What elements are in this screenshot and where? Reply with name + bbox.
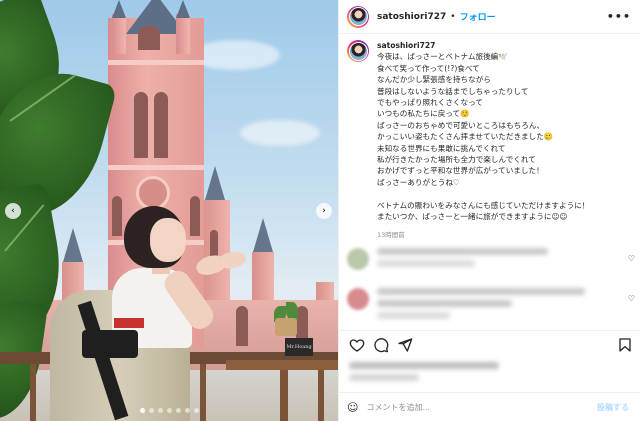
carousel-dot bbox=[193, 408, 199, 413]
bookmark-icon[interactable] bbox=[617, 337, 633, 353]
person-armband bbox=[114, 318, 144, 328]
caption-text-part-2: ベトナムの賑わいをみなさんにも感じていただけますように！ またいつか、ばっさーと一… bbox=[377, 200, 589, 223]
caption-line: 食べて笑って作って(!?)食べて bbox=[377, 63, 480, 73]
emoji-icon[interactable]: ☺ bbox=[347, 401, 358, 414]
avatar bbox=[347, 288, 369, 310]
follow-button[interactable]: フォロー bbox=[460, 10, 496, 23]
carousel-indicator bbox=[0, 408, 338, 413]
pinnacle bbox=[112, 14, 126, 54]
caption: satoshiori727 今夜は、ばっさーとベトナム旅後編🕊️ 食べて笑って作っ… bbox=[347, 40, 635, 242]
caption-line: 普段はしないような話までしちゃったりして bbox=[377, 86, 529, 96]
comment-item: ♡ bbox=[347, 288, 635, 324]
more-horizontal-icon[interactable]: ••• bbox=[607, 10, 631, 23]
caption-line: 未知なる世界にも果敢に挑んでくれて bbox=[377, 143, 506, 153]
person-face bbox=[150, 218, 186, 262]
avatar[interactable] bbox=[347, 5, 369, 28]
table-leg bbox=[280, 370, 288, 421]
caption-line: 今夜は、ばっさーとベトナム旅後編🕊️ bbox=[377, 52, 508, 62]
action-bar bbox=[339, 330, 640, 356]
carousel-dot bbox=[139, 408, 145, 413]
comment-input[interactable]: コメントを追加... bbox=[366, 402, 597, 413]
caption-line: またいつか、ばっさーと一緒に旅ができますように☺︎☺︎ bbox=[377, 212, 568, 222]
caption-line: ばっさーのおちゃめで可愛いところはもちろん、 bbox=[377, 120, 545, 130]
cloud bbox=[240, 120, 320, 146]
tower-band bbox=[108, 165, 204, 170]
heart-icon[interactable]: ♡ bbox=[628, 294, 635, 303]
carousel-prev-button[interactable]: ‹ bbox=[5, 203, 21, 219]
tower-window bbox=[190, 196, 200, 236]
tower-window bbox=[154, 92, 168, 158]
comment-icon[interactable] bbox=[373, 337, 389, 353]
caption-body: satoshiori727 今夜は、ばっさーとベトナム旅後編🕊️ 食べて笑って作っ… bbox=[377, 40, 589, 242]
comment-text-redacted bbox=[377, 288, 622, 324]
caption-line: いつもの私たちに戻って☺️ bbox=[377, 109, 470, 119]
post-comment-button[interactable]: 投稿する bbox=[597, 402, 629, 413]
carousel-dot bbox=[184, 408, 190, 413]
caption-username[interactable]: satoshiori727 bbox=[377, 41, 435, 50]
header-username[interactable]: satoshiori727 bbox=[377, 12, 446, 22]
carousel-next-button[interactable]: › bbox=[316, 203, 332, 219]
pinnacle bbox=[176, 14, 190, 54]
avatar bbox=[347, 248, 369, 270]
side-spire bbox=[253, 218, 273, 252]
caption-avatar[interactable] bbox=[347, 40, 369, 62]
carousel-dot bbox=[148, 408, 154, 413]
camera-bag bbox=[82, 330, 138, 358]
pinnacle-top bbox=[176, 0, 190, 18]
cafe-table bbox=[226, 360, 338, 370]
carousel-dot bbox=[157, 408, 163, 413]
caption-line: かっこいい姿もたくさん拝ませていただきました🥲 bbox=[377, 132, 554, 142]
caption-line: 私が行きたかった場所も全力で楽しんでくれて bbox=[377, 155, 536, 165]
likes-redacted bbox=[349, 362, 549, 386]
caption-line: おかげでずっと平和な世界が広がっていました！ bbox=[377, 166, 544, 176]
post-details-panel: satoshiori727 • フォロー ••• satoshiori727 今… bbox=[338, 0, 640, 421]
pinnacle-top bbox=[112, 0, 126, 18]
post-timestamp: 13時間前 bbox=[377, 231, 405, 240]
caption-text-part-1: 今夜は、ばっさーとベトナム旅後編🕊️ 食べて笑って作って(!?)食べてなんだか少し… bbox=[377, 51, 589, 188]
tower-window bbox=[112, 196, 122, 236]
carousel-dot bbox=[175, 408, 181, 413]
side-spire bbox=[63, 228, 83, 262]
side-spire bbox=[205, 166, 225, 200]
comment-text-redacted bbox=[377, 248, 622, 272]
plant-pot bbox=[275, 318, 297, 336]
comment-item: ♡ bbox=[347, 248, 635, 272]
heart-icon[interactable]: ♡ bbox=[628, 254, 635, 263]
chevron-right-icon: › bbox=[322, 206, 326, 216]
tower-band bbox=[108, 60, 204, 65]
send-icon[interactable] bbox=[397, 337, 413, 353]
tower-window bbox=[134, 92, 148, 158]
tower-window bbox=[138, 26, 160, 50]
post-photo[interactable]: Mr.Hoang ‹ › bbox=[0, 0, 338, 421]
rose-window bbox=[136, 176, 170, 210]
carousel-dot bbox=[166, 408, 172, 413]
caption-line: でもやっぱり照れくさくなって bbox=[377, 98, 483, 108]
caption-line: ベトナムの賑わいをみなさんにも感じていただけますように！ bbox=[377, 200, 590, 210]
separator-dot: • bbox=[450, 11, 456, 22]
post-header: satoshiori727 • フォロー ••• bbox=[339, 0, 640, 34]
facade-window bbox=[236, 306, 248, 346]
heart-icon[interactable] bbox=[349, 337, 365, 353]
caption-line: なんだか少し緊張感を持ちながら bbox=[377, 75, 491, 85]
add-comment-bar: ☺ コメントを追加... 投稿する bbox=[339, 392, 640, 421]
chevron-left-icon: ‹ bbox=[11, 206, 15, 216]
table-sign: Mr.Hoang bbox=[285, 338, 313, 356]
caption-line: ばっさーありがとうね♡ bbox=[377, 177, 460, 187]
